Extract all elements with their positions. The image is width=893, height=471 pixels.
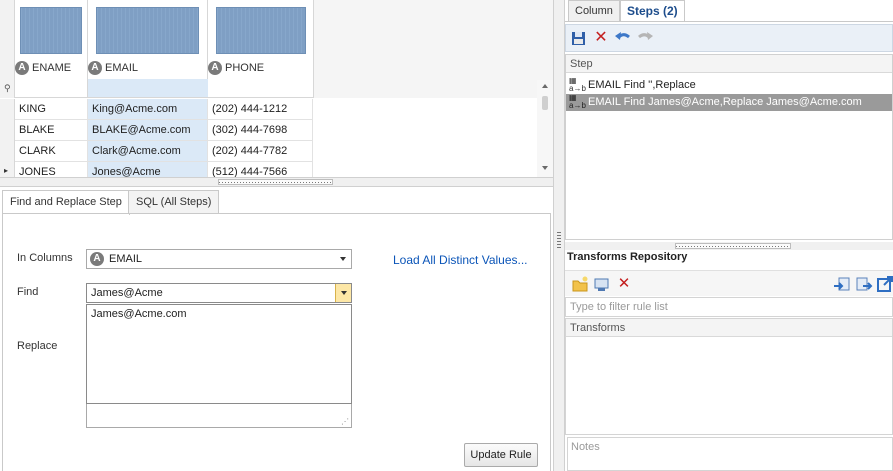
filter-rule-placeholder: Type to filter rule list (570, 301, 668, 313)
find-replace-step-icon: ▦ a→b (569, 76, 586, 93)
tab-column[interactable]: Column (568, 0, 620, 21)
find-label: Find (17, 286, 39, 298)
cell-email[interactable]: Jones@Acme (88, 162, 208, 177)
resize-grip-icon[interactable]: ⋰ (341, 417, 349, 426)
right-panel: Column Steps (2) ✕ Step ▦ a→b EMAIL Find … (565, 0, 893, 471)
cell-ename[interactable]: JONES (15, 162, 88, 177)
alpha-type-icon: A (208, 61, 222, 76)
step-item-selected[interactable]: ▦ a→b EMAIL Find James@Acme,Replace James… (566, 94, 892, 111)
in-columns-value: EMAIL (109, 253, 143, 265)
dropdown-item[interactable]: James@Acme.com (91, 308, 187, 320)
replace-label: Replace (17, 340, 58, 352)
cell-email[interactable]: King@Acme.com (88, 99, 208, 120)
import-icon[interactable] (833, 275, 851, 293)
find-combobox[interactable]: James@Acme (86, 283, 352, 303)
cell-ename[interactable]: BLAKE (15, 120, 88, 141)
horizontal-splitter[interactable] (0, 177, 553, 187)
scroll-thumb[interactable] (542, 96, 548, 110)
filter-row-icon: ⚲ (4, 83, 11, 93)
add-transform-icon[interactable] (593, 275, 611, 293)
column-profile-chart (216, 7, 306, 54)
scroll-up-icon[interactable] (542, 84, 548, 88)
splitter-grip-icon[interactable] (557, 232, 561, 250)
filter-cell-phone[interactable] (208, 79, 313, 98)
transforms-list: Transforms (565, 318, 893, 435)
find-dropdown-button[interactable] (335, 284, 351, 302)
update-rule-button[interactable]: Update Rule (464, 443, 538, 467)
alpha-type-icon: A (90, 252, 104, 266)
data-grid: ⚲ A ENAME A EMAIL A PHONE ▸ KING King@Acme.… (0, 0, 553, 177)
load-all-distinct-values-link[interactable]: Load All Distinct Values... (393, 253, 528, 267)
alpha-type-icon: A (88, 61, 102, 76)
tab-sql-all-steps[interactable]: SQL (All Steps) (128, 190, 220, 214)
grid-empty-header-area (313, 0, 553, 98)
alpha-type-icon: A (15, 61, 29, 76)
notes-placeholder: Notes (571, 441, 600, 453)
tab-steps[interactable]: Steps (2) (620, 0, 685, 21)
notes-textarea[interactable]: Notes (567, 437, 893, 471)
open-external-icon[interactable] (876, 275, 893, 293)
cell-ename[interactable]: KING (15, 99, 88, 120)
delete-transform-icon[interactable]: ✕ (615, 275, 633, 293)
cell-phone[interactable]: (202) 444-1212 (208, 99, 313, 120)
column-profile-chart (20, 7, 82, 54)
column-name: EMAIL (105, 62, 139, 75)
filter-cell-email[interactable] (88, 79, 208, 98)
filter-cell-ename[interactable] (15, 79, 88, 98)
transforms-repository-title: Transforms Repository (567, 251, 688, 263)
redo-icon[interactable] (636, 29, 654, 47)
replace-input[interactable]: ⋰ (86, 404, 352, 428)
current-row-indicator-icon: ▸ (4, 166, 9, 175)
delete-step-icon[interactable]: ✕ (592, 29, 610, 47)
find-replace-step-icon: ▦ a→b (569, 93, 586, 110)
vertical-splitter[interactable] (553, 0, 565, 471)
cell-email[interactable]: BLAKE@Acme.com (88, 120, 208, 141)
step-text: EMAIL Find James@Acme,Replace James@Acme… (588, 96, 862, 108)
find-dropdown-list: James@Acme.com (86, 304, 352, 404)
chevron-down-icon[interactable] (340, 257, 346, 261)
in-columns-select[interactable]: A EMAIL (86, 249, 352, 269)
cell-ename[interactable]: CLARK (15, 141, 88, 162)
table-row[interactable]: JONES Jones@Acme (512) 444-7566 (15, 162, 313, 177)
steps-list: Step ▦ a→b EMAIL Find '',Replace ▦ a→b EMA… (565, 54, 893, 240)
splitter-grip-icon[interactable] (675, 243, 791, 249)
cell-phone[interactable]: (512) 444-7566 (208, 162, 313, 177)
step-item[interactable]: ▦ a→b EMAIL Find '',Replace (566, 77, 892, 94)
in-columns-label: In Columns (17, 252, 73, 264)
column-separator (313, 0, 314, 98)
column-name: PHONE (225, 62, 265, 75)
steps-column-header: Step (566, 55, 892, 73)
save-steps-icon[interactable] (570, 29, 588, 47)
table-row[interactable]: CLARK Clark@Acme.com (202) 444-7782 (15, 141, 313, 162)
step-text: EMAIL Find '',Replace (588, 79, 696, 91)
panel-splitter[interactable] (565, 242, 893, 250)
find-input[interactable]: James@Acme (91, 287, 163, 299)
find-replace-form: In Columns A EMAIL Load All Distinct Val… (2, 213, 551, 471)
step-editor-panel: Find and Replace Step SQL (All Steps) In… (0, 187, 553, 471)
tab-divider (565, 21, 893, 22)
repository-toolbar: ✕ (565, 270, 893, 296)
tab-find-and-replace[interactable]: Find and Replace Step (2, 190, 130, 215)
table-row[interactable]: KING King@Acme.com (202) 444-1212 (15, 99, 313, 120)
cell-phone[interactable]: (302) 444-7698 (208, 120, 313, 141)
splitter-grip-icon[interactable] (218, 179, 333, 185)
steps-toolbar: ✕ (565, 24, 893, 52)
cell-phone[interactable]: (202) 444-7782 (208, 141, 313, 162)
table-row[interactable]: BLAKE BLAKE@Acme.com (302) 444-7698 (15, 120, 313, 141)
export-icon[interactable] (855, 275, 873, 293)
transforms-column-header: Transforms (566, 319, 892, 337)
undo-icon[interactable] (614, 29, 632, 47)
chevron-down-icon[interactable] (341, 291, 347, 295)
scroll-down-icon[interactable] (542, 166, 548, 170)
new-folder-icon[interactable] (571, 275, 589, 293)
grid-vertical-scrollbar[interactable] (537, 80, 553, 177)
filter-rule-input[interactable]: Type to filter rule list (565, 297, 893, 317)
cell-email[interactable]: Clark@Acme.com (88, 141, 208, 162)
column-profile-chart (96, 7, 199, 54)
column-name: ENAME (32, 62, 72, 75)
